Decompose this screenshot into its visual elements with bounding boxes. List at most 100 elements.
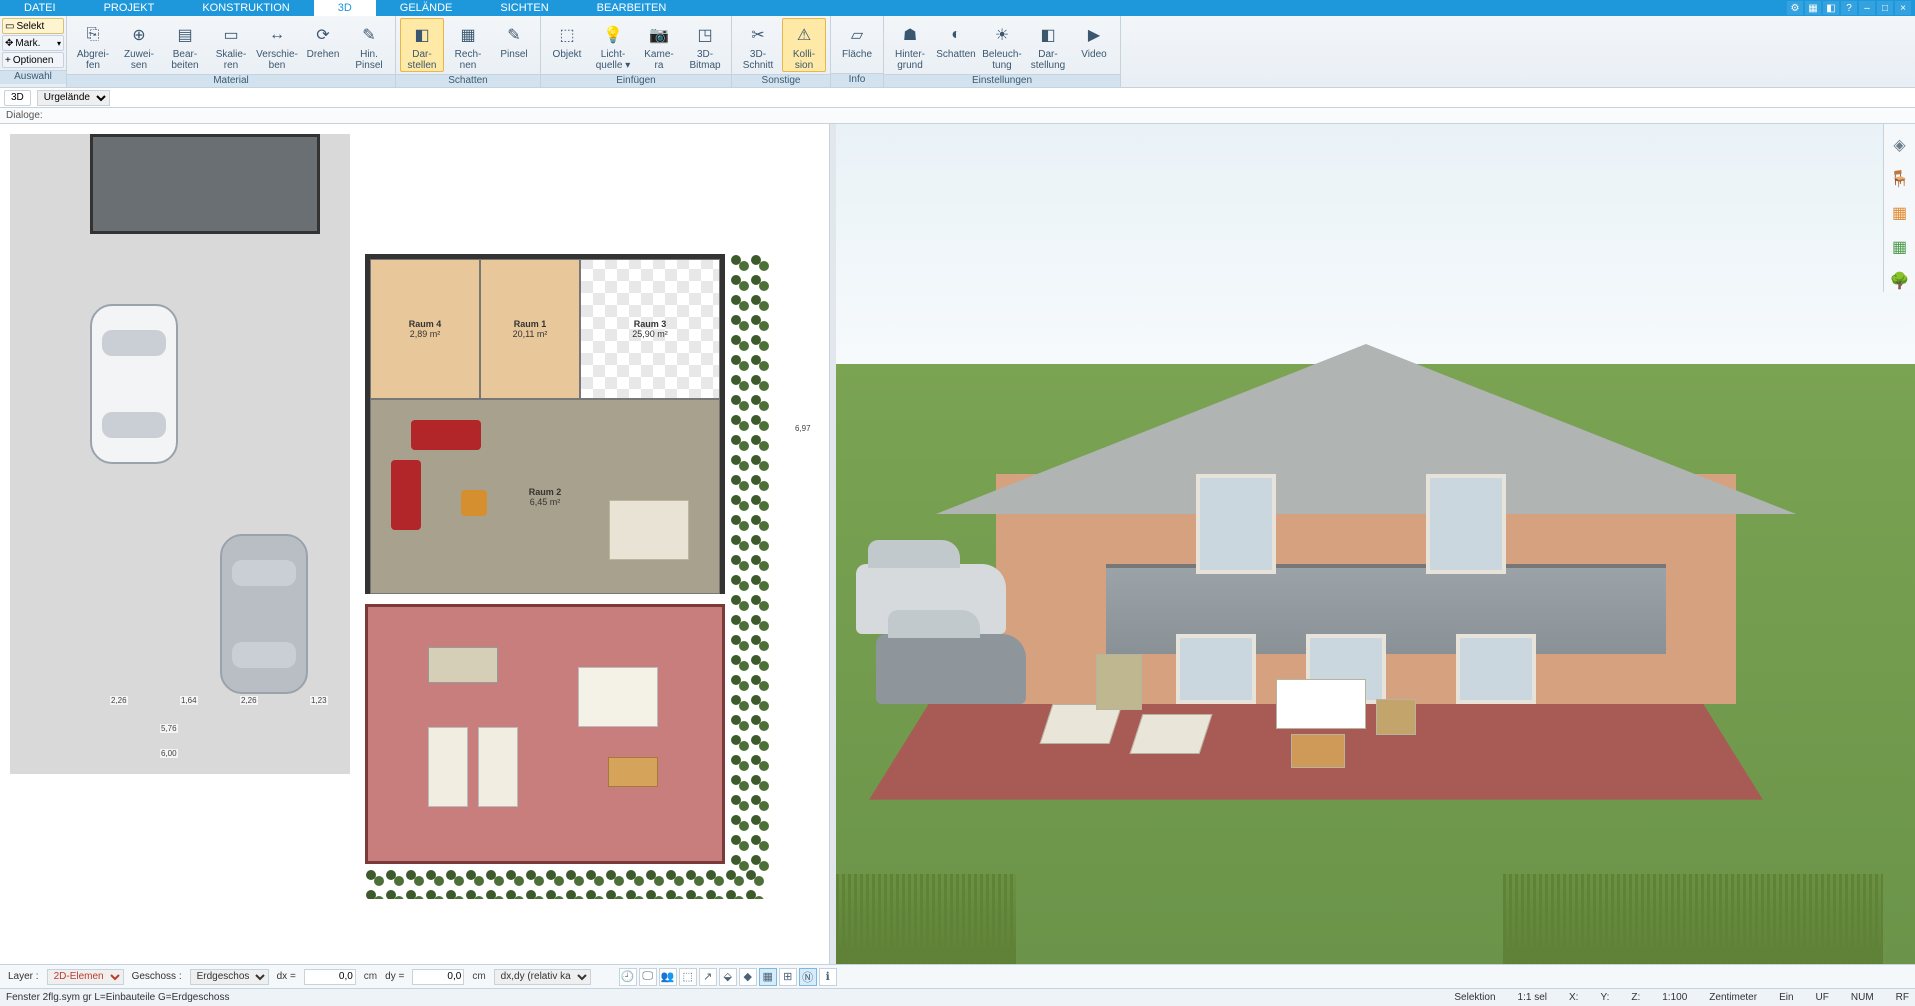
bottom-tool-5[interactable]: ⬙	[719, 968, 737, 986]
einst-btn-2[interactable]: ☀Beleuch- tung	[980, 18, 1024, 72]
coord-mode-select[interactable]: dx,dy (relativ ka	[494, 969, 591, 985]
einfuegen-btn-2[interactable]: 📷Kame- ra	[637, 18, 681, 72]
mark-button[interactable]: ✥ Mark.▾	[2, 35, 64, 51]
sofa-1	[411, 420, 481, 450]
bottom-tool-1[interactable]: 🖵	[639, 968, 657, 986]
pane-2d[interactable]: Raum 42,89 m² Raum 120,11 m² Raum 325,90…	[0, 124, 830, 964]
tab-sichten[interactable]: SICHTEN	[476, 0, 572, 16]
einst-btn-3[interactable]: ◧Dar- stellung	[1026, 18, 1070, 72]
schatten-btn-0[interactable]: ◧Dar- stellen	[400, 18, 444, 72]
armchair3d	[1096, 654, 1142, 710]
tab-konstruktion[interactable]: KONSTRUKTION	[178, 0, 313, 16]
minimize-icon[interactable]: –	[1859, 1, 1875, 15]
einst-btn-label-1: Schatten	[936, 49, 975, 60]
einst-btn-1[interactable]: ◐Schatten	[934, 18, 978, 61]
window-lower-1	[1176, 634, 1256, 704]
dim-label: 5,76	[160, 724, 178, 733]
patio-table	[578, 667, 658, 727]
bottom-toolbar: Layer : 2D-Elemen Geschoss : Erdgeschos …	[0, 964, 1915, 988]
terrain-select[interactable]: Urgelände	[37, 90, 110, 106]
schatten-btn-2[interactable]: ✎Pinsel	[492, 18, 536, 61]
dim-label: 2,26	[110, 696, 128, 705]
einfuegen-btn-1[interactable]: 💡Licht- quelle ▾	[591, 18, 635, 72]
settings-icon[interactable]: ⚙	[1787, 1, 1803, 15]
group-label-material: Material	[67, 74, 395, 87]
layout-icon[interactable]: ▦	[1805, 1, 1821, 15]
dy-input[interactable]	[412, 969, 464, 985]
material-btn-label-6: Hin. Pinsel	[355, 49, 382, 71]
bottom-tool-0[interactable]: 🕘	[619, 968, 637, 986]
panel-icon[interactable]: ◧	[1823, 1, 1839, 15]
einst-btn-icon-3: ◧	[1035, 22, 1061, 48]
sonstige-btn-label-1: Kolli- sion	[793, 49, 815, 71]
geschoss-label: Geschoss :	[132, 971, 182, 982]
bottom-tool-7[interactable]: ▦	[759, 968, 777, 986]
dialog-bar: Dialoge:	[0, 108, 1915, 124]
tab-projekt[interactable]: PROJEKT	[80, 0, 179, 16]
material-btn-1[interactable]: ⊕Zuwei- sen	[117, 18, 161, 72]
status-z: Z:	[1631, 992, 1640, 1003]
tab-3d[interactable]: 3D	[314, 0, 376, 16]
view-mode-pill[interactable]: 3D	[4, 90, 31, 106]
einst-btn-4[interactable]: ▶Video	[1072, 18, 1116, 61]
einfuegen-btn-3[interactable]: ◳3D- Bitmap	[683, 18, 727, 72]
sofa-2	[391, 460, 421, 530]
furniture-icon[interactable]: 🪑	[1889, 168, 1911, 190]
bottom-tool-9[interactable]: Ⓝ	[799, 968, 817, 986]
palette2-icon[interactable]: ▦	[1889, 236, 1911, 258]
room-4: Raum 42,89 m²	[370, 259, 480, 399]
roof-3d	[936, 344, 1796, 514]
help-icon[interactable]: ?	[1841, 1, 1857, 15]
pane-3d[interactable]: ◈ 🪑 ▦ ▦ 🌳	[836, 124, 1915, 964]
schatten-btn-1[interactable]: ▦Rech- nen	[446, 18, 490, 72]
tab-bearbeiten[interactable]: BEARBEITEN	[573, 0, 691, 16]
sonstige-btn-0[interactable]: ✂3D- Schnitt	[736, 18, 780, 72]
material-btn-3[interactable]: ▭Skalie- ren	[209, 18, 253, 72]
einst-btn-0[interactable]: ☗Hinter- grund	[888, 18, 932, 72]
status-unit: Zentimeter	[1709, 992, 1757, 1003]
status-rf: RF	[1896, 992, 1909, 1003]
einfuegen-btn-icon-1: 💡	[600, 22, 626, 48]
material-btn-4[interactable]: ↔Verschie- ben	[255, 18, 299, 72]
dim-label: 1,23	[310, 696, 328, 705]
unit-label: cm	[364, 971, 377, 982]
sonstige-btn-1[interactable]: ⚠Kolli- sion	[782, 18, 826, 72]
dx-input[interactable]	[304, 969, 356, 985]
dialog-label: Dialoge:	[6, 110, 43, 121]
window-upper-2	[1426, 474, 1506, 574]
table3d	[1276, 679, 1366, 729]
bottom-tool-4[interactable]: ↗	[699, 968, 717, 986]
ribbon-group-schatten: ◧Dar- stellen▦Rech- nen✎Pinsel Schatten	[396, 16, 541, 87]
ribbon-group-info: ▱Fläche Info	[831, 16, 884, 87]
material-btn-5[interactable]: ⟳Drehen	[301, 18, 345, 61]
palette1-icon[interactable]: ▦	[1889, 202, 1911, 224]
geschoss-select[interactable]: Erdgeschos	[190, 969, 269, 985]
dy-label: dy =	[385, 971, 404, 982]
material-btn-label-4: Verschie- ben	[256, 49, 298, 71]
close-icon[interactable]: ×	[1895, 1, 1911, 15]
status-x: X:	[1569, 992, 1578, 1003]
tab-datei[interactable]: DATEI	[0, 0, 80, 16]
optionen-button[interactable]: + Optionen	[2, 52, 64, 68]
selekt-label: Selekt	[16, 21, 44, 32]
selekt-button[interactable]: ▭ Selekt	[2, 18, 64, 34]
material-btn-0[interactable]: ⎘Abgrei- fen	[71, 18, 115, 72]
tab-gelaende[interactable]: GELÄNDE	[376, 0, 477, 16]
tree-icon[interactable]: 🌳	[1889, 270, 1911, 292]
info-btn-0[interactable]: ▱Fläche	[835, 18, 879, 61]
maximize-icon[interactable]: □	[1877, 1, 1893, 15]
bottom-tool-10[interactable]: ℹ	[819, 968, 837, 986]
group-label-einfuegen: Einfügen	[541, 74, 731, 87]
bottom-tool-8[interactable]: ⊞	[779, 968, 797, 986]
bottom-tool-2[interactable]: 👥	[659, 968, 677, 986]
schatten-btn-label-1: Rech- nen	[455, 49, 482, 71]
layer-select[interactable]: 2D-Elemen	[47, 969, 124, 985]
bottom-tool-3[interactable]: ⬚	[679, 968, 697, 986]
plan-canvas[interactable]: Raum 42,89 m² Raum 120,11 m² Raum 325,90…	[10, 134, 809, 954]
layers-icon[interactable]: ◈	[1889, 134, 1911, 156]
bottom-tool-6[interactable]: ◆	[739, 968, 757, 986]
einfuegen-btn-0[interactable]: ⬚Objekt	[545, 18, 589, 61]
material-btn-6[interactable]: ✎Hin. Pinsel	[347, 18, 391, 72]
car3d-2	[876, 634, 1026, 704]
material-btn-2[interactable]: ▤Bear- beiten	[163, 18, 207, 72]
